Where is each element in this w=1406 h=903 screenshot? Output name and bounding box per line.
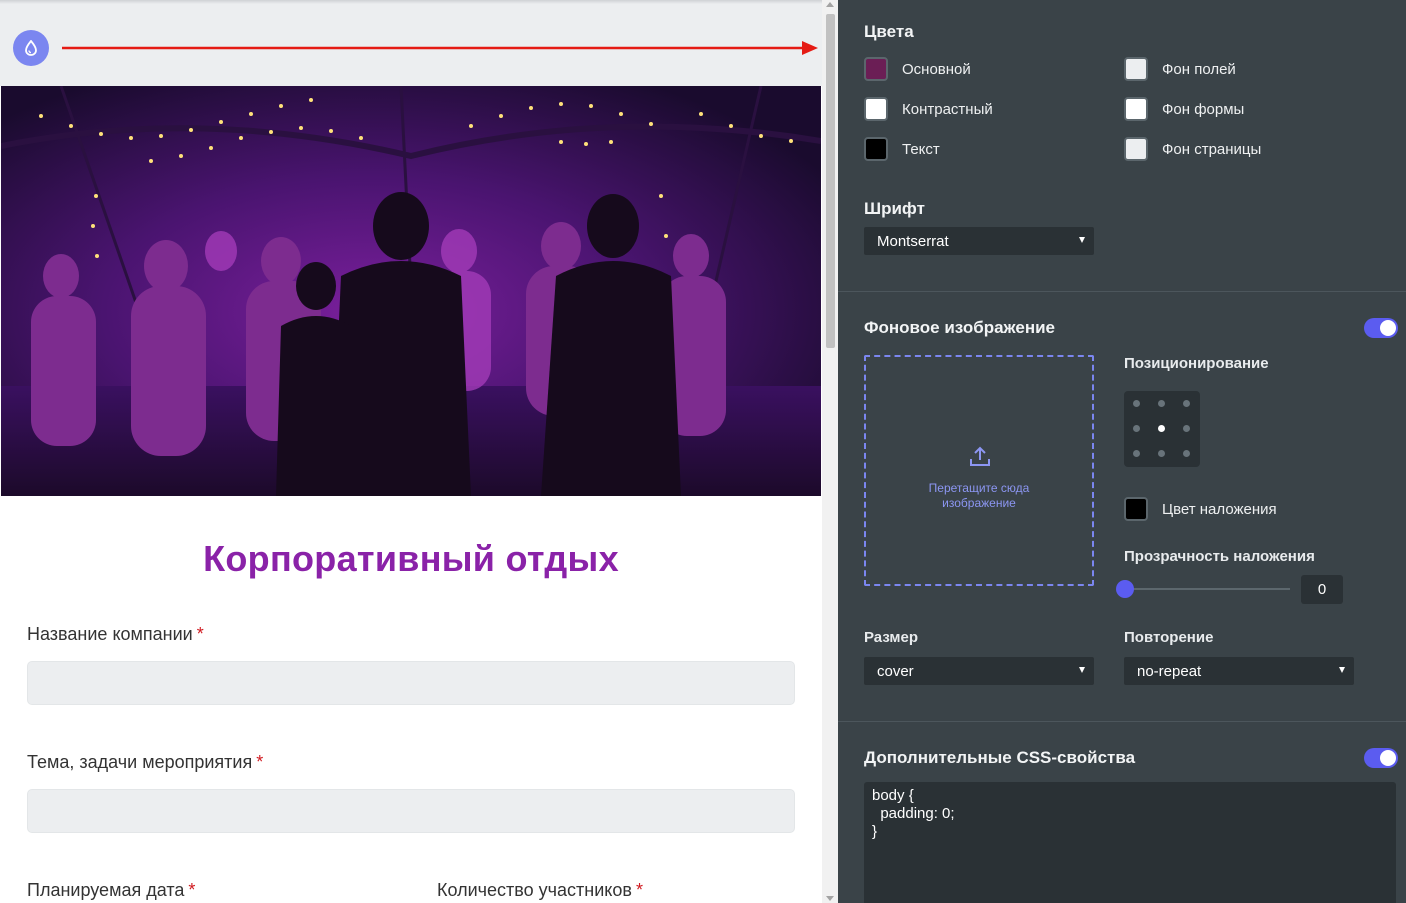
theme-settings-panel: Цвета Основной Контрастный Текст Фон пол… xyxy=(838,0,1406,903)
overlay-opacity-title: Прозрачность наложения xyxy=(1124,548,1315,565)
event-topic-label-text: Тема, задачи мероприятия xyxy=(27,752,253,772)
colors-title: Цвета xyxy=(864,22,914,41)
toolbar-shadow xyxy=(0,0,822,4)
dropzone-hint: Перетащите сюда изображение xyxy=(866,481,1092,511)
overlay-opacity-slider[interactable] xyxy=(1125,588,1290,590)
position-center[interactable] xyxy=(1158,425,1165,432)
color-page-background[interactable]: Фон страницы xyxy=(1124,137,1261,161)
position-top-right[interactable] xyxy=(1183,400,1190,407)
font-select-value: Montserrat xyxy=(877,233,949,250)
overlay-opacity-input[interactable]: 0 xyxy=(1301,575,1343,604)
position-bottom-center[interactable] xyxy=(1158,450,1165,457)
slider-thumb[interactable] xyxy=(1116,580,1134,598)
color-swatch[interactable] xyxy=(864,97,888,121)
overlay-color-label: Цвет наложения xyxy=(1162,500,1277,518)
position-bottom-right[interactable] xyxy=(1183,450,1190,457)
required-mark: * xyxy=(188,880,196,900)
color-label: Фон формы xyxy=(1162,100,1245,118)
color-label: Основной xyxy=(902,60,971,78)
color-label: Текст xyxy=(902,140,940,158)
event-topic-label: Тема, задачи мероприятия * xyxy=(27,752,263,773)
planned-date-label-text: Планируемая дата xyxy=(27,880,185,900)
dropzone-hint-line: изображение xyxy=(942,496,1016,510)
required-mark: * xyxy=(635,880,643,900)
form-title: Корпоративный отдых xyxy=(203,538,619,579)
font-title: Шрифт xyxy=(864,199,925,218)
section-divider xyxy=(838,291,1406,292)
annotation-arrow-icon xyxy=(62,41,818,55)
size-select[interactable]: cover xyxy=(864,657,1094,685)
dropzone-hint-line: Перетащите сюда xyxy=(928,481,1030,495)
header-image xyxy=(1,86,821,496)
positioning-title: Позиционирование xyxy=(1124,355,1269,372)
color-form-background[interactable]: Фон формы xyxy=(1124,97,1244,121)
planned-date-label: Планируемая дата * xyxy=(27,880,195,901)
overlay-color[interactable]: Цвет наложения xyxy=(1124,497,1277,521)
position-picker[interactable] xyxy=(1124,391,1200,467)
toggle-knob xyxy=(1380,320,1396,336)
color-swatch[interactable] xyxy=(1124,97,1148,121)
color-label: Фон полей xyxy=(1162,60,1236,78)
color-swatch[interactable] xyxy=(1124,137,1148,161)
preview-scrollbar[interactable] xyxy=(822,0,838,903)
company-name-label-text: Название компании xyxy=(27,624,193,644)
color-swatch[interactable] xyxy=(864,57,888,81)
custom-css-toggle[interactable] xyxy=(1364,748,1398,768)
custom-css-title: Дополнительные CSS-свойства xyxy=(864,748,1136,767)
drop-icon xyxy=(25,40,37,56)
form-preview: Корпоративный отдых Название компании * Т… xyxy=(0,0,838,903)
color-text[interactable]: Текст xyxy=(864,137,940,161)
toggle-knob xyxy=(1380,750,1396,766)
color-primary[interactable]: Основной xyxy=(864,57,971,81)
participants-count-label-text: Количество участников xyxy=(437,880,632,900)
company-name-label: Название компании * xyxy=(27,624,204,645)
scroll-down-icon[interactable] xyxy=(826,896,834,901)
position-top-left[interactable] xyxy=(1133,400,1140,407)
chevron-down-icon xyxy=(1079,667,1085,673)
repeat-title: Повторение xyxy=(1124,629,1214,646)
color-swatch[interactable] xyxy=(1124,57,1148,81)
required-mark: * xyxy=(256,752,264,772)
chevron-down-icon xyxy=(1339,667,1345,673)
position-top-center[interactable] xyxy=(1158,400,1165,407)
participants-count-label: Количество участников * xyxy=(437,880,643,901)
upload-icon xyxy=(970,446,990,466)
color-contrast[interactable]: Контрастный xyxy=(864,97,993,121)
position-center-right[interactable] xyxy=(1183,425,1190,432)
position-bottom-left[interactable] xyxy=(1133,450,1140,457)
section-divider xyxy=(838,721,1406,722)
chevron-down-icon xyxy=(1079,237,1085,243)
size-select-value: cover xyxy=(877,663,914,680)
position-center-left[interactable] xyxy=(1133,425,1140,432)
color-label: Контрастный xyxy=(902,100,993,118)
company-name-input[interactable] xyxy=(27,661,795,705)
repeat-select[interactable]: no-repeat xyxy=(1124,657,1354,685)
preview-toolbar xyxy=(0,0,822,86)
required-mark: * xyxy=(196,624,204,644)
color-swatch[interactable] xyxy=(1124,497,1148,521)
theme-settings-button[interactable] xyxy=(13,30,49,66)
background-image-title: Фоновое изображение xyxy=(864,318,1055,337)
image-dropzone[interactable]: Перетащите сюда изображение xyxy=(864,355,1094,586)
font-select[interactable]: Montserrat xyxy=(864,227,1094,255)
background-image-toggle[interactable] xyxy=(1364,318,1398,338)
repeat-select-value: no-repeat xyxy=(1137,663,1202,680)
scroll-up-icon[interactable] xyxy=(826,2,834,7)
custom-css-editor[interactable]: body { padding: 0; } xyxy=(864,782,1396,903)
scrollbar-thumb[interactable] xyxy=(826,14,835,348)
party-photo xyxy=(1,86,821,496)
event-topic-input[interactable] xyxy=(27,789,795,833)
color-field-background[interactable]: Фон полей xyxy=(1124,57,1236,81)
color-swatch[interactable] xyxy=(864,137,888,161)
size-title: Размер xyxy=(864,629,919,646)
color-label: Фон страницы xyxy=(1162,140,1262,158)
